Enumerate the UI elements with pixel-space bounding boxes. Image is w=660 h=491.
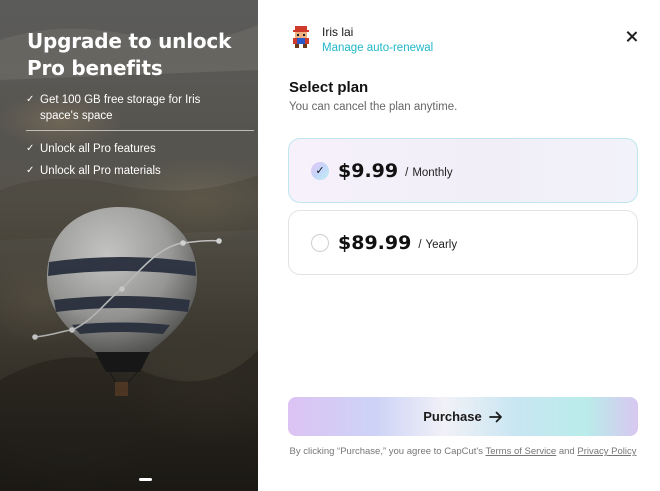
user-name: Iris lai — [322, 25, 354, 39]
benefit-item: ✓ Unlock all Pro materials — [26, 163, 232, 179]
plan-price: $9.99 — [338, 159, 399, 182]
check-icon[interactable]: ✓ — [311, 161, 329, 180]
plan-subtitle: You can cancel the plan anytime. — [289, 101, 458, 113]
account-header: Iris lai Manage auto-renewal — [289, 25, 433, 56]
close-icon[interactable] — [624, 29, 640, 45]
benefit-item: ✓ Unlock all Pro features — [26, 141, 232, 157]
plan-period-label: Yearly — [425, 238, 458, 251]
plan-price: $89.99 — [338, 231, 412, 254]
plan-period: / Yearly — [418, 239, 457, 251]
plan-title: Select plan — [289, 79, 369, 96]
plan-option-monthly[interactable]: ✓ $9.99 /Monthly — [288, 138, 638, 203]
promo-content: Upgrade to unlock Pro benefits ✓ Get 100… — [26, 28, 254, 185]
benefit-text: Unlock all Pro materials — [40, 165, 161, 177]
carousel-indicator[interactable] — [139, 478, 152, 481]
plan-separator: / — [405, 166, 409, 179]
check-icon: ✓ — [26, 94, 35, 105]
purchase-button[interactable]: Purchase — [288, 397, 638, 436]
avatar — [293, 26, 309, 48]
plan-period: / Monthly — [405, 167, 452, 179]
arrow-right-icon — [488, 411, 502, 422]
plan-period-label: Monthly — [412, 166, 453, 179]
manage-auto-renewal-link[interactable]: Manage auto-renewal — [322, 40, 433, 56]
benefit-list: ✓ Get 100 GB free storage for Iris space… — [26, 92, 232, 124]
benefit-item: ✓ Get 100 GB free storage for Iris space… — [26, 92, 232, 124]
benefit-divider — [26, 130, 254, 131]
terms-of-service-link[interactable]: Terms of Service — [485, 446, 556, 457]
legal-notice: By clicking “Purchase,” you agree to Cap… — [288, 444, 638, 459]
promo-panel: Upgrade to unlock Pro benefits ✓ Get 100… — [0, 0, 258, 491]
benefit-text: Get 100 GB free storage for Iris space's… — [40, 94, 201, 122]
check-icon: ✓ — [26, 165, 35, 176]
account-info: Iris lai Manage auto-renewal — [322, 25, 433, 56]
privacy-policy-link[interactable]: Privacy Policy — [577, 446, 636, 457]
benefit-text: Unlock all Pro features — [40, 143, 156, 155]
benefit-list-secondary: ✓ Unlock all Pro features ✓ Unlock all P… — [26, 141, 232, 179]
purchase-label: Purchase — [423, 409, 482, 424]
legal-prefix: By clicking “Purchase,” you agree to Cap… — [289, 446, 483, 457]
plan-option-yearly[interactable]: $89.99 /Yearly — [288, 210, 638, 275]
purchase-panel: Iris lai Manage auto-renewal Select plan… — [258, 0, 660, 491]
check-icon: ✓ — [26, 143, 35, 154]
plan-separator: / — [418, 238, 422, 251]
radio-button[interactable] — [311, 233, 329, 252]
legal-and: and — [558, 446, 575, 457]
promo-headline: Upgrade to unlock Pro benefits — [27, 29, 232, 80]
